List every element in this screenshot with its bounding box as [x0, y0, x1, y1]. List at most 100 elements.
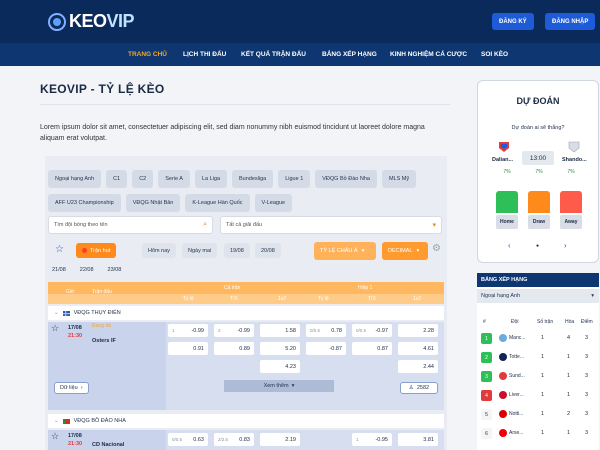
team-name: Totte...: [509, 354, 525, 360]
table-row[interactable]: 4 Liver... 1 1 3: [477, 386, 599, 405]
odds-cell[interactable]: -0.87: [306, 342, 346, 355]
odds-cell[interactable]: 3.81: [398, 433, 438, 446]
rank-position: 4: [481, 390, 492, 401]
odds-cell[interactable]: 2.28: [398, 324, 438, 337]
league-chip[interactable]: VĐQG Bồ Đào Nha: [315, 170, 377, 188]
match-row[interactable]: ☆ 17/08 21:30 Đang đá Osters IF 1 -0.99 2-…: [48, 322, 444, 410]
league-chip[interactable]: K-League Hàn Quốc: [185, 194, 250, 212]
logo-ball-icon: [48, 12, 66, 31]
login-button[interactable]: ĐĂNG NHẬP: [545, 13, 596, 30]
nav-item-home[interactable]: TRANG CHỦ: [128, 51, 167, 58]
odds-cell[interactable]: 2/2.5 0.83: [214, 433, 254, 446]
favorite-star-icon[interactable]: ☆: [51, 431, 59, 442]
odds-format-select[interactable]: DECIMAL ▾: [382, 242, 428, 260]
odds-cell[interactable]: 0/0.5 -0.97: [352, 324, 392, 337]
date-item[interactable]: 22/08: [76, 263, 98, 277]
league-chip[interactable]: Ngoại hạng Anh: [48, 170, 102, 188]
nav-item-betting-tips[interactable]: KINH NGHIỆM CÁ CƯỢC: [390, 51, 467, 58]
draw-count: 1: [567, 392, 571, 398]
odds-cell[interactable]: 0/0.5 0.63: [168, 433, 208, 446]
vote-away[interactable]: 7% Away: [560, 169, 582, 229]
standings-header: Hòa: [565, 319, 575, 325]
register-button[interactable]: ĐĂNG KÝ: [492, 13, 534, 30]
page-title: KEOVIP - TỶ LỆ KÈO: [40, 82, 165, 96]
odds-cell[interactable]: 2.44: [398, 360, 438, 373]
league-chip[interactable]: VĐQG Nhật Bản: [125, 194, 181, 212]
team-search-input[interactable]: Tìm đội bóng theo tên ⌕: [48, 216, 213, 234]
next-arrow-icon[interactable]: ›: [564, 241, 567, 250]
played-count: 1: [541, 411, 545, 417]
show-more-button[interactable]: Xem thêm ▾: [224, 380, 334, 392]
league-chip[interactable]: C2: [132, 170, 154, 188]
day-pill-today[interactable]: Hôm nay: [142, 243, 177, 258]
league-chip[interactable]: AFF U23 Championship: [48, 194, 121, 212]
league-chip[interactable]: V-League: [254, 194, 293, 212]
team-badge-icon: [499, 353, 507, 361]
chevron-down-icon[interactable]: ⌄: [54, 310, 59, 316]
odds-cell[interactable]: 2.19: [260, 433, 300, 446]
hot-matches-pill[interactable]: Trận hot: [76, 243, 117, 258]
pager-dot[interactable]: ●: [536, 243, 539, 249]
table-row[interactable]: 2 Totte... 1 1 3: [477, 348, 599, 367]
odds-cell[interactable]: 0.87: [352, 342, 392, 355]
odds-cell[interactable]: 4.23: [260, 360, 300, 373]
odds-type-select[interactable]: TỶ LỆ CHÂU Á ▾: [314, 242, 376, 260]
league-row[interactable]: ⌄ VĐQG BỒ ĐÀO NHA: [48, 414, 444, 428]
league-row[interactable]: ⌄ VĐQG THỤY ĐIỂN: [48, 306, 444, 320]
league-chip[interactable]: Ligue 1: [278, 170, 311, 188]
draw-count: 2: [567, 411, 571, 417]
league-chip[interactable]: La Liga: [194, 170, 227, 188]
date-item[interactable]: 23/08: [104, 263, 126, 277]
league-select[interactable]: Tất cả giải đấu ▾: [220, 216, 442, 234]
chevron-down-icon: ▾: [291, 383, 295, 389]
day-pill-date[interactable]: 20/08: [255, 243, 281, 258]
league-chip[interactable]: Bundesliga: [232, 170, 274, 188]
gear-icon[interactable]: ⚙: [432, 243, 441, 254]
odds-cell[interactable]: 0.89: [214, 342, 254, 355]
played-count: 1: [541, 392, 545, 398]
table-row[interactable]: 5 Notti... 1 2 3: [477, 405, 599, 424]
match-data-button[interactable]: Dữ liệu ›: [54, 382, 89, 394]
standings-league-select[interactable]: Ngoại hạng Anh ▾: [477, 289, 599, 303]
date-item[interactable]: 21/08: [48, 263, 70, 277]
points-count: 3: [585, 430, 589, 436]
header-sub: Tỷ lệ: [318, 296, 329, 302]
odds-cell[interactable]: 1.58: [260, 324, 300, 337]
table-row[interactable]: 6 Arse... 1 1 3: [477, 424, 599, 443]
points-count: 3: [585, 392, 589, 398]
odds-cell[interactable]: 0/0.5 0.78: [306, 324, 346, 337]
odds-cell[interactable]: 1 -0.95: [352, 433, 392, 446]
site-logo[interactable]: KEOVIP: [48, 11, 135, 32]
table-row[interactable]: 3 Sund... 1 1 3: [477, 367, 599, 386]
user-icon: ♙: [408, 385, 414, 391]
favorite-star-icon[interactable]: ☆: [55, 244, 64, 255]
day-pill-tomorrow[interactable]: Ngày mai: [182, 243, 218, 258]
prev-arrow-icon[interactable]: ‹: [508, 241, 511, 250]
league-chip[interactable]: C1: [106, 170, 128, 188]
odds-cell[interactable]: 4.61: [398, 342, 438, 355]
league-chip[interactable]: Serie A: [158, 170, 190, 188]
search-icon[interactable]: ⌕: [203, 221, 207, 229]
match-row[interactable]: ☆ 17/08 21:30 CD Nacional 0/0.5 0.63 2/2.5…: [48, 430, 444, 450]
table-row[interactable]: 1 Manc... 1 4 3: [477, 329, 599, 348]
nav-item-results[interactable]: KẾT QUẢ TRẬN ĐẤU: [241, 51, 306, 58]
odds-cell[interactable]: 5.20: [260, 342, 300, 355]
nav-item-standings[interactable]: BẢNG XẾP HẠNG: [322, 51, 377, 58]
team-name: Sund...: [509, 373, 525, 379]
team-badge-icon: [499, 410, 507, 418]
day-pill-date[interactable]: 19/08: [224, 243, 250, 258]
chevron-down-icon[interactable]: ⌄: [54, 418, 59, 424]
vote-percent: 7%: [503, 169, 511, 175]
rank-position: 1: [481, 333, 492, 344]
nav-item-predictions[interactable]: SOI KÈO: [481, 51, 508, 58]
odds-cell[interactable]: 2 -0.99: [214, 324, 254, 337]
vote-home[interactable]: 7% Home: [496, 169, 518, 229]
nav-item-schedule[interactable]: LỊCH THI ĐẤU: [183, 51, 226, 58]
view-count-button[interactable]: ♙ 2582: [400, 382, 438, 394]
league-chip[interactable]: MLS Mỹ: [381, 170, 417, 188]
vote-draw[interactable]: 7% Draw: [528, 169, 550, 229]
favorite-star-icon[interactable]: ☆: [51, 323, 59, 334]
odds-cell[interactable]: 0.91: [168, 342, 208, 355]
chevron-right-icon: ›: [80, 385, 83, 391]
odds-cell[interactable]: 1 -0.99: [168, 324, 208, 337]
